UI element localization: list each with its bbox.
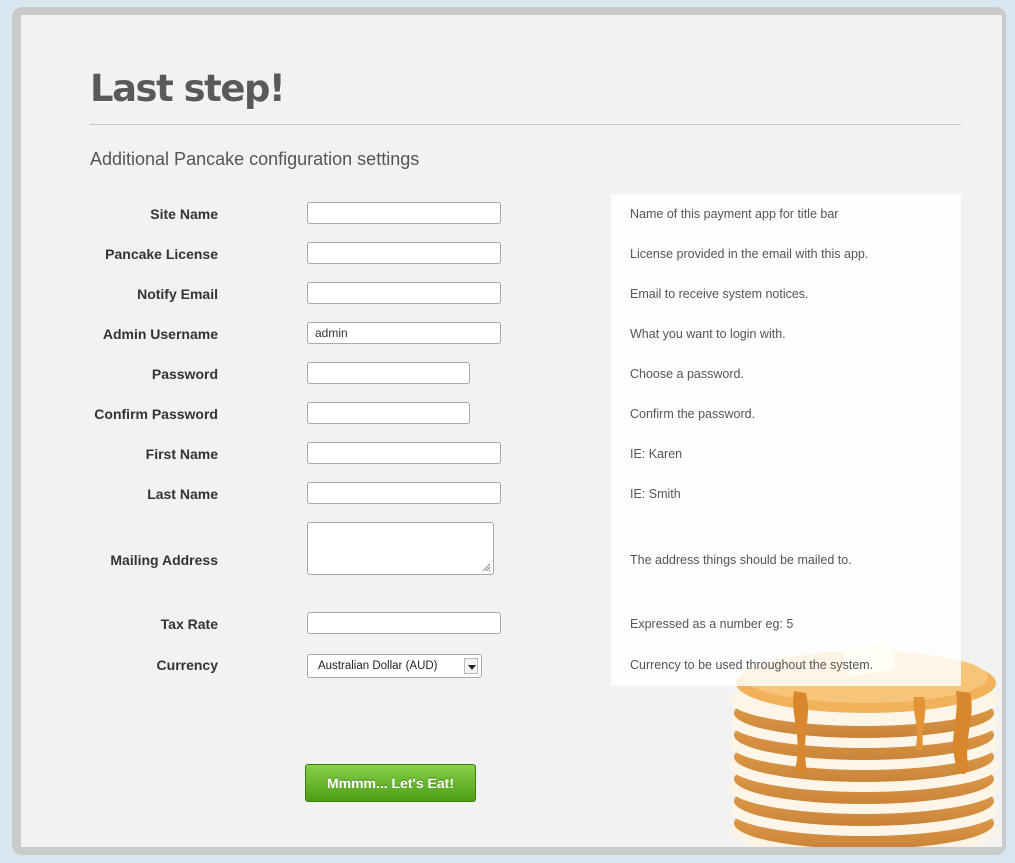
site-name-label: Site Name [150, 206, 218, 222]
page-title: Last step! [90, 67, 286, 110]
tax-rate-label: Tax Rate [160, 616, 218, 632]
confirm-password-help: Confirm the password. [630, 407, 756, 421]
resize-grip-icon[interactable] [482, 563, 491, 572]
admin-username-label: Admin Username [102, 326, 218, 342]
password-input[interactable] [307, 362, 470, 384]
notify-email-label: Notify Email [137, 286, 218, 302]
title-divider [90, 124, 961, 125]
currency-select[interactable]: Australian Dollar (AUD) [307, 654, 482, 678]
first-name-label: First Name [145, 446, 218, 462]
last-name-help: IE: Smith [630, 487, 681, 501]
currency-help: Currency to be used throughout the syste… [630, 658, 874, 672]
first-name-help: IE: Karen [630, 447, 683, 461]
setup-panel: Last step! Additional Pancake configurat… [21, 15, 1002, 847]
currency-selected-value: Australian Dollar (AUD) [318, 660, 438, 672]
site-name-input[interactable] [307, 202, 501, 224]
first-name-input[interactable] [307, 442, 501, 464]
form-row-currency: Currency Australian Dollar (AUD) Currenc… [21, 652, 1002, 678]
pancake-license-help: License provided in the email with this … [630, 247, 869, 261]
form-row-pancake-license: Pancake License License provided in the … [21, 241, 1002, 267]
admin-username-help: What you want to login with. [630, 327, 786, 341]
chevron-down-icon[interactable] [464, 658, 478, 674]
submit-button[interactable]: Mmmm... Let's Eat! [305, 764, 476, 802]
pancake-license-input[interactable] [307, 242, 501, 264]
pancake-license-label: Pancake License [105, 246, 218, 262]
currency-label: Currency [156, 657, 218, 673]
site-name-help: Name of this payment app for title bar [630, 207, 839, 221]
mailing-address-input[interactable] [307, 522, 494, 575]
tax-rate-help: Expressed as a number eg: 5 [630, 617, 794, 631]
notify-email-help: Email to receive system notices. [630, 287, 809, 301]
notify-email-input[interactable] [307, 282, 501, 304]
last-name-input[interactable] [307, 482, 501, 504]
admin-username-input[interactable] [307, 322, 501, 344]
tax-rate-input[interactable] [307, 612, 501, 634]
password-help: Choose a password. [630, 367, 744, 381]
mailing-address-wrapper [307, 522, 494, 575]
mailing-address-label: Mailing Address [110, 552, 218, 568]
mailing-address-help: The address things should be mailed to. [630, 553, 852, 567]
confirm-password-input[interactable] [307, 402, 470, 424]
page-subtitle: Additional Pancake configuration setting… [90, 149, 420, 169]
password-label: Password [151, 366, 218, 382]
confirm-password-label: Confirm Password [94, 406, 218, 422]
last-name-label: Last Name [147, 486, 218, 502]
